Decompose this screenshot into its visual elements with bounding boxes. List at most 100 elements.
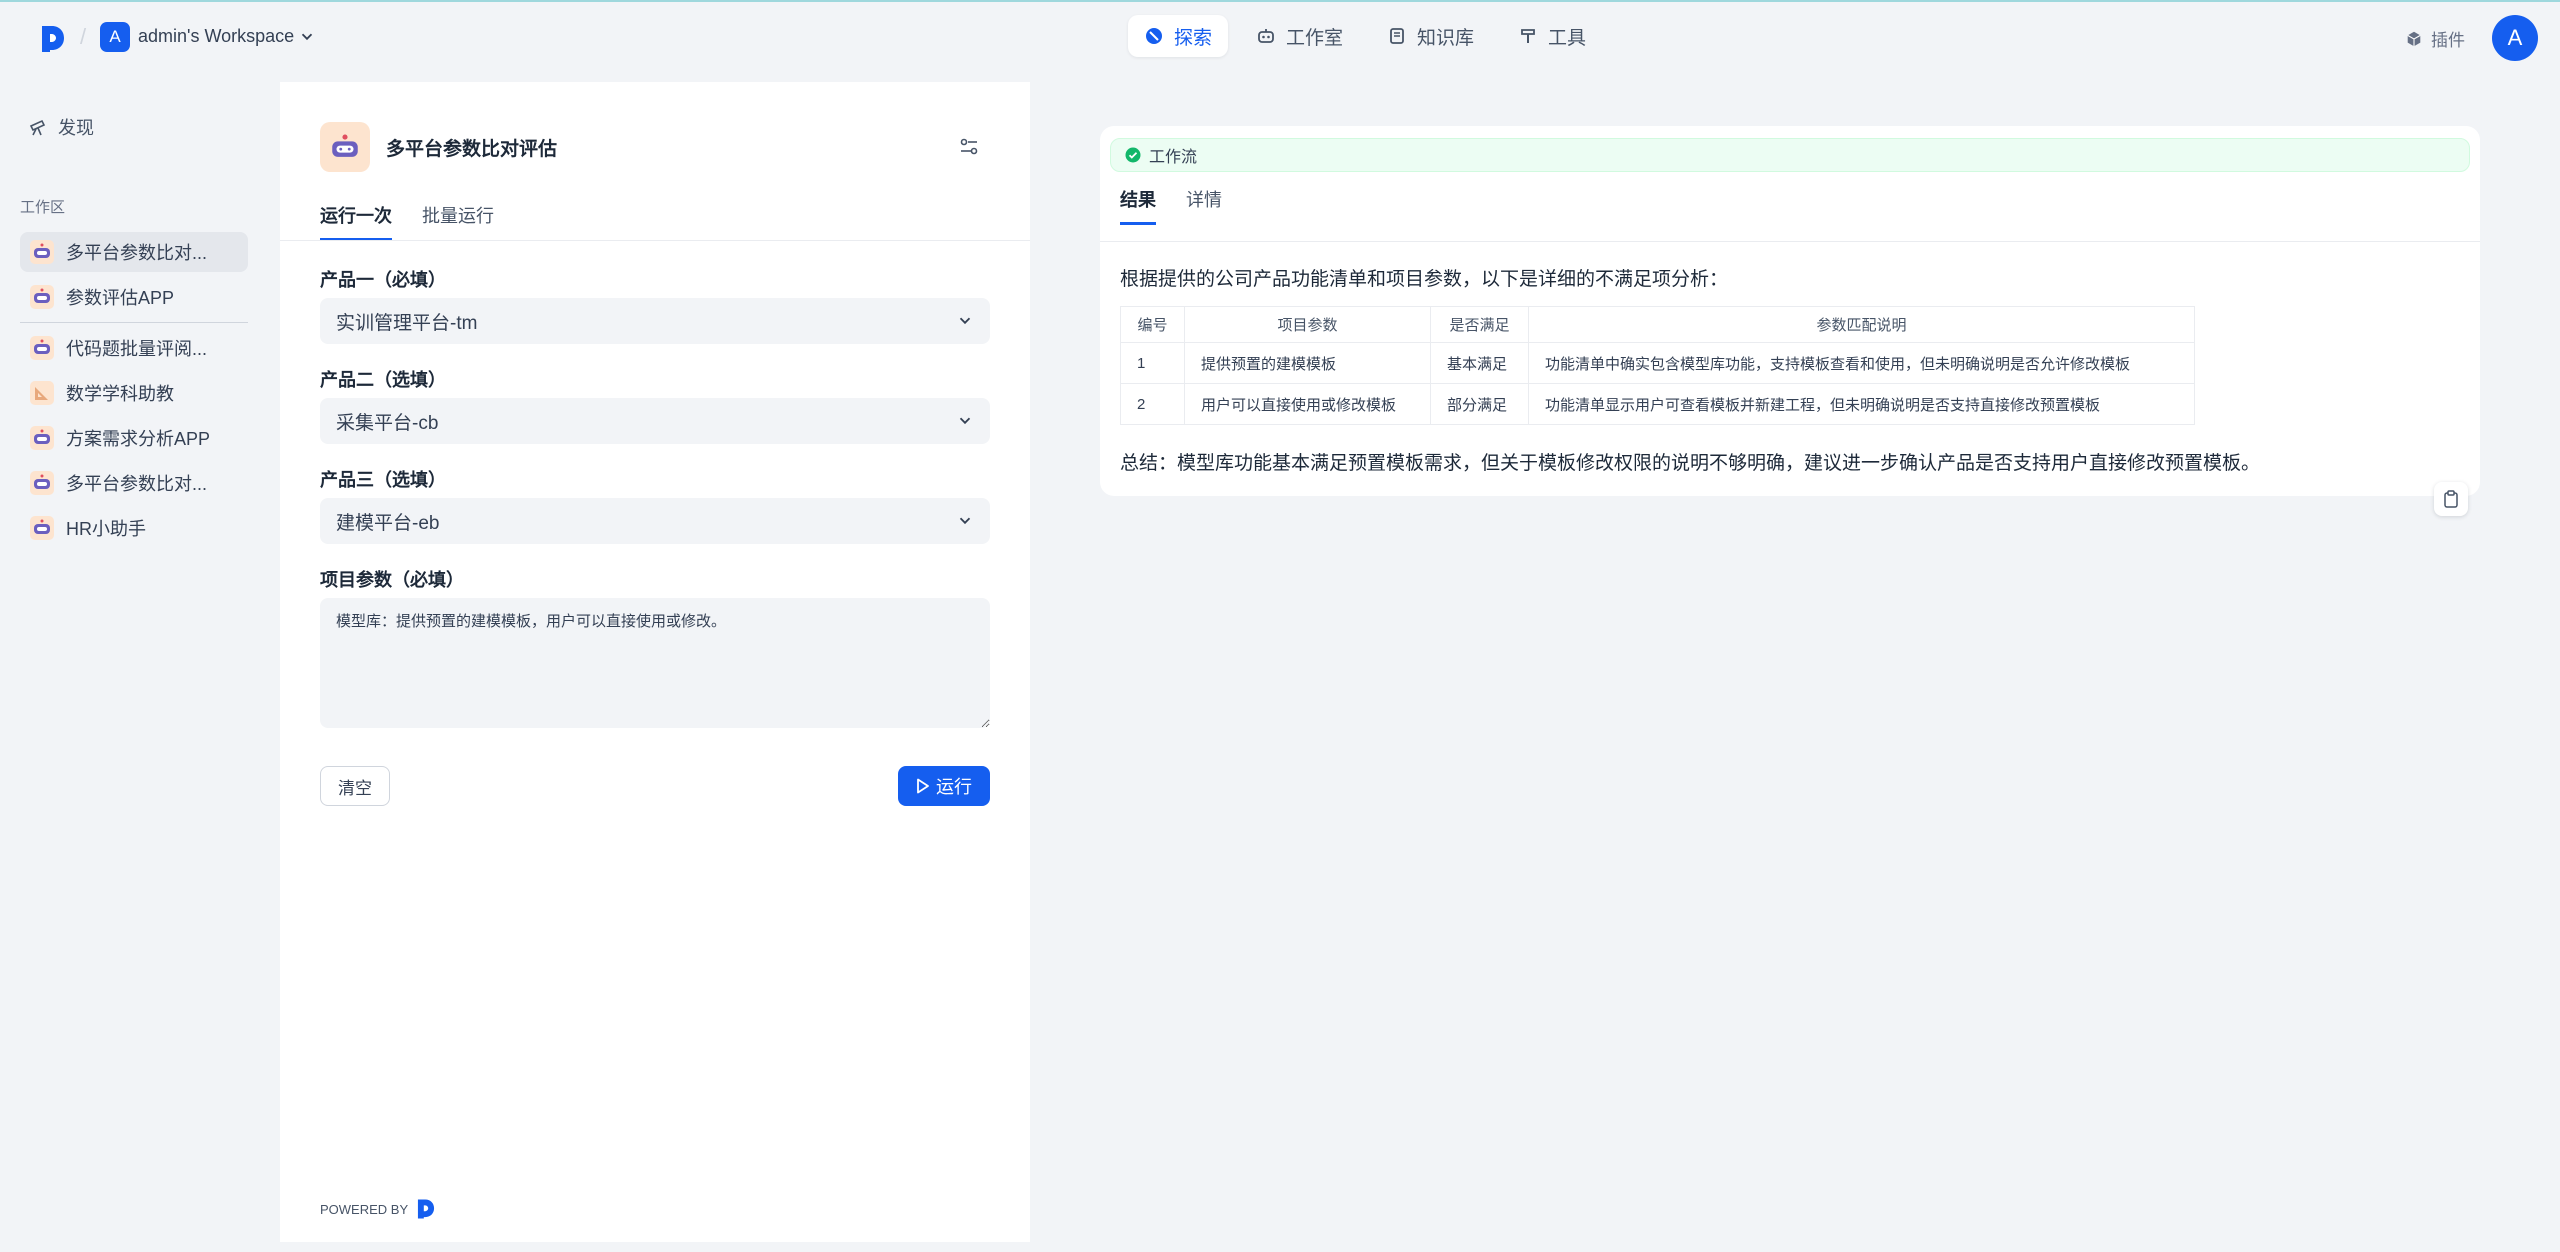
tab-result[interactable]: 结果 [1120,186,1156,225]
table-header-cell: 是否满足 [1430,306,1529,343]
result-tabs: 结果 详情 [1120,186,1222,225]
settings-sliders-icon[interactable] [958,136,980,158]
table-row: 2 用户可以直接使用或修改模板 部分满足 功能清单显示用户可查看模板并新建工程，… [1120,383,2195,425]
app-header: 多平台参数比对评估 [320,122,557,172]
table-cell: 2 [1120,383,1185,425]
hammer-icon [1521,29,1535,43]
product3-label: 产品三（选填） [320,470,446,490]
params-textarea[interactable]: 模型库：提供预置的建模模板，用户可以直接使用或修改。 [320,598,990,728]
robot-icon [30,426,54,450]
clipboard-icon [2444,490,2458,508]
telescope-icon [29,119,46,136]
discover-label: 发现 [58,118,94,138]
check-circle-icon [1125,147,1141,163]
table-header-cell: 项目参数 [1184,306,1431,343]
compass-icon [1146,28,1162,44]
sidebar-app-item[interactable]: 数学学科助教 [20,373,248,413]
breadcrumb-divider: / [80,24,87,49]
main-nav: 探索 工作室 知识库 工具 [1128,15,1602,57]
sidebar-app-label: 多平台参数比对... [66,243,208,263]
sidebar-app-label: HR小助手 [66,519,146,539]
table-cell: 部分满足 [1430,383,1529,425]
workflow-label: 工作流 [1149,149,1198,166]
chevron-down-icon [959,317,971,325]
chevron-down-icon [959,417,971,425]
table-cell: 基本满足 [1430,342,1529,384]
product1-select[interactable]: 实训管理平台-tm [320,298,990,344]
sidebar-app-label: 代码题批量评阅... [66,339,208,359]
app-logo-icon[interactable] [40,24,66,54]
sidebar-app-item[interactable]: 方案需求分析APP [20,418,248,458]
book-icon [1390,28,1404,44]
table-row: 1 提供预置的建模模板 基本满足 功能清单中确实包含模型库功能，支持模板查看和使… [1120,342,2195,384]
workspace-switcher[interactable]: admin's Workspace [138,26,316,47]
tab-batch-run[interactable]: 批量运行 [422,202,494,241]
sidebar-app-label: 多平台参数比对... [66,474,208,494]
workspace-avatar[interactable]: A [100,22,130,52]
params-label: 项目参数（必填） [320,570,464,590]
tab-detail[interactable]: 详情 [1186,186,1222,225]
divider [20,322,248,323]
product1-label: 产品一（必填） [320,270,446,290]
cube-icon [2407,31,2421,46]
table-cell: 功能清单中确实包含模型库功能，支持模板查看和使用，但未明确说明是否允许修改模板 [1528,342,2195,384]
nav-tools-label: 工具 [1548,27,1587,49]
nav-studio[interactable]: 工作室 [1240,15,1359,57]
sidebar-app-item[interactable]: 参数评估APP [20,277,248,317]
robot-icon [30,336,54,360]
result-panel: 工作流 结果 详情 根据提供的公司产品功能清单和项目参数，以下是详细的不满足项分… [1100,126,2480,496]
nav-studio-label: 工作室 [1286,27,1344,49]
plugin-link[interactable]: 插件 [2405,26,2465,51]
app-list: 多平台参数比对... 参数评估APP 代码题批量评阅... 数学学科助教 方案需… [20,232,248,553]
play-icon [917,778,929,794]
top-bar: / A admin's Workspace 探索 工作室 知识库 工具 插件 A [0,0,2560,72]
table-header-cell: 参数匹配说明 [1528,306,2195,343]
robot-icon [30,285,54,309]
result-intro: 根据提供的公司产品功能清单和项目参数，以下是详细的不满足项分析： [1120,269,1729,290]
sidebar-app-label: 参数评估APP [66,288,175,308]
app-icon [320,122,370,172]
app-title: 多平台参数比对评估 [386,138,558,160]
robot-icon [30,471,54,495]
nav-knowledge-label: 知识库 [1417,27,1475,49]
tab-run-once[interactable]: 运行一次 [320,202,392,241]
sidebar-app-item[interactable]: 代码题批量评阅... [20,328,248,368]
table-cell: 提供预置的建模模板 [1184,342,1431,384]
plugin-label: 插件 [2431,31,2465,50]
sidebar-app-label: 方案需求分析APP [66,429,211,449]
nav-explore-label: 探索 [1174,27,1213,49]
chevron-down-icon [959,517,971,525]
sidebar-app-item[interactable]: 多平台参数比对... [20,463,248,503]
workflow-status-bar[interactable]: 工作流 [1110,138,2470,172]
sidebar-app-item[interactable]: HR小助手 [20,508,248,548]
nav-tools[interactable]: 工具 [1502,15,1602,57]
sidebar: 发现 工作区 多平台参数比对... 参数评估APP 代码题批量评阅... 数学学… [0,72,272,1252]
table-cell: 用户可以直接使用或修改模板 [1184,383,1431,425]
nav-knowledge[interactable]: 知识库 [1371,15,1490,57]
product2-select[interactable]: 采集平台-cb [320,398,990,444]
sidebar-app-item[interactable]: 多平台参数比对... [20,232,248,272]
divider [1100,241,2480,242]
run-form-panel: 多平台参数比对评估 运行一次 批量运行 产品一（必填） 实训管理平台-tm 产品… [280,82,1030,1242]
robot-icon [1258,29,1274,43]
sidebar-discover[interactable]: 发现 [28,114,94,140]
product2-label: 产品二（选填） [320,370,446,390]
table-header-cell: 编号 [1120,306,1185,343]
divider [280,240,1030,241]
chevron-down-icon [302,33,313,40]
powered-by: POWERED BY [320,1198,436,1220]
brand-logo-icon [418,1199,435,1219]
workspace-name: admin's Workspace [138,26,295,46]
run-mode-tabs: 运行一次 批量运行 [320,202,494,241]
result-summary: 总结：模型库功能基本满足预置模板需求，但关于模板修改权限的说明不够明确，建议进一… [1120,453,2261,474]
robot-icon [332,134,358,157]
result-table: 编号 项目参数 是否满足 参数匹配说明 1 提供预置的建模模板 基本满足 功能清… [1120,306,2195,425]
user-avatar[interactable]: A [2492,15,2538,61]
product3-select[interactable]: 建模平台-eb [320,498,990,544]
copy-button[interactable] [2434,482,2468,516]
clear-button[interactable]: 清空 [320,766,390,806]
run-button[interactable]: 运行 [898,766,990,806]
run-label: 运行 [936,777,972,797]
robot-icon [30,516,54,540]
nav-explore[interactable]: 探索 [1128,15,1229,57]
